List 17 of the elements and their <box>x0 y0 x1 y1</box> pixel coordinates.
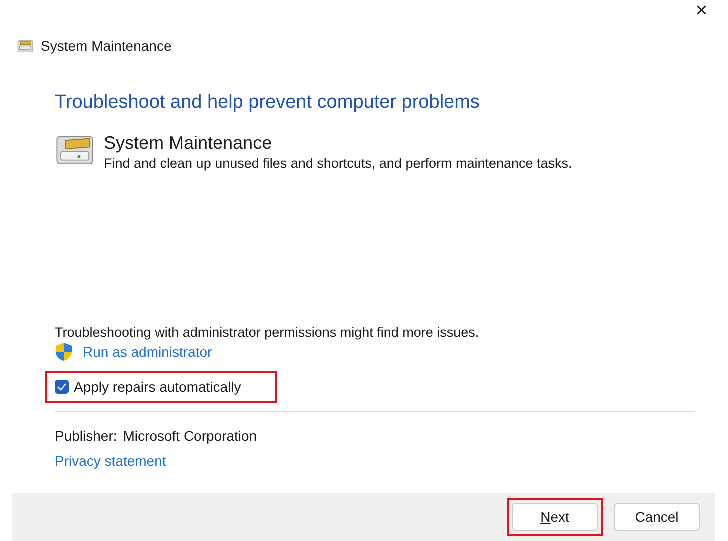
checkbox[interactable] <box>55 380 69 394</box>
window-title: System Maintenance <box>41 38 172 54</box>
checkbox-label[interactable]: Apply repairs automatically <box>74 379 242 395</box>
publisher-label: Publisher: <box>55 428 118 444</box>
page-heading: Troubleshoot and help prevent computer problems <box>55 92 480 114</box>
close-button[interactable]: ✕ <box>695 0 708 26</box>
run-as-admin-link[interactable]: Run as administrator <box>83 344 212 360</box>
maintenance-icon <box>16 39 35 53</box>
shield-icon <box>55 342 73 362</box>
troubleshooter-name: System Maintenance <box>104 133 274 154</box>
privacy-link[interactable]: Privacy statement <box>55 453 166 469</box>
dialog-button[interactable]: Next <box>512 503 598 531</box>
publisher-value: Microsoft Corporation <box>123 428 258 444</box>
admin-note: Troubleshooting with administrator permissions might find more issues. <box>55 325 480 340</box>
dialog-button[interactable]: Cancel <box>614 503 700 531</box>
troubleshooter-description: Find and clean up unused files and shortcuts, and perform maintenance tasks. <box>104 156 572 171</box>
maintenance-icon <box>55 135 95 165</box>
